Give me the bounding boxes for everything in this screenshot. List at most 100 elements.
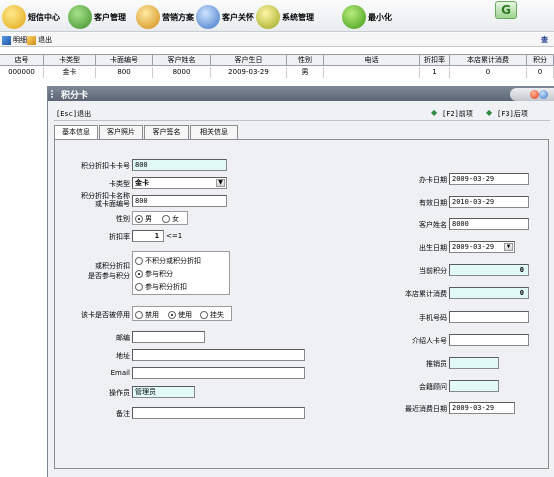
table-cell[interactable]: 金卡 xyxy=(44,67,96,78)
birthday-select[interactable]: 2009-03-29 ▼ xyxy=(449,241,515,253)
issue-date-field[interactable]: 2009-03-29 xyxy=(449,173,529,185)
gender-female-label: 女 xyxy=(172,215,179,223)
col-header-discount[interactable]: 折扣率 xyxy=(420,55,450,66)
remark-label: 备注 xyxy=(116,410,130,418)
tab-customer-photo[interactable]: 客户照片 xyxy=(99,125,143,139)
exit-button[interactable]: 退出 xyxy=(27,35,52,45)
col-header-birthday[interactable]: 客户生日 xyxy=(211,55,287,66)
customer-name-label: 客户姓名 xyxy=(419,221,447,229)
status-lost-radio[interactable]: 挂失 xyxy=(200,310,224,320)
chevron-down-icon[interactable]: ▼ xyxy=(216,179,225,187)
card-type-value: 金卡 xyxy=(135,179,149,187)
points-card-dialog: 积分卡 [Esc]退出 ◆ [F2]前项 ◆ [F3]后项 基本信息 客户照片 … xyxy=(47,86,554,477)
next-record-button[interactable]: [F3]后项 xyxy=(497,109,528,119)
status-lost-label: 挂失 xyxy=(210,311,224,319)
esc-exit-button[interactable]: [Esc]退出 xyxy=(56,109,91,119)
sms-center-button[interactable]: 短信中心 xyxy=(2,4,60,30)
card-no-field[interactable]: 800 xyxy=(132,159,227,171)
app-logo: G xyxy=(495,1,517,19)
tab-customer-signature[interactable]: 客户签名 xyxy=(144,125,189,139)
detail-button[interactable]: 明细 xyxy=(2,35,27,45)
address-field[interactable] xyxy=(132,349,305,361)
query-link[interactable]: 查 xyxy=(541,35,548,45)
main-toolbar: 短信中心 客户管理 营销方案 客户关怀 系统管理 最小化 G xyxy=(0,0,554,32)
operator-field[interactable]: 管理员 xyxy=(132,386,195,398)
handshake-icon xyxy=(196,5,220,29)
points-label-2: 是否参与积分 xyxy=(88,272,130,280)
col-header-customer-name[interactable]: 客户姓名 xyxy=(153,55,211,66)
remark-field[interactable] xyxy=(132,407,305,419)
zip-label: 邮编 xyxy=(116,334,130,342)
radio-dot xyxy=(200,311,208,319)
points-none-radio[interactable]: 不积分或积分折扣 xyxy=(135,256,201,266)
dialog-title-bar[interactable]: 积分卡 xyxy=(48,87,554,101)
table-cell[interactable]: 男 xyxy=(287,67,324,78)
customer-name-field[interactable]: 8000 xyxy=(449,218,529,230)
status-active-radio[interactable]: 使用 xyxy=(168,310,192,320)
system-icon xyxy=(256,5,280,29)
tab-related-info[interactable]: 相关信息 xyxy=(190,125,238,139)
status-disabled-radio[interactable]: 禁用 xyxy=(135,310,159,320)
marketing-plan-button[interactable]: 营销方案 xyxy=(136,4,194,30)
table-cell[interactable]: 0 xyxy=(527,67,554,78)
points-discount-radio[interactable]: 参与积分折扣 xyxy=(135,282,187,292)
table-cell[interactable]: 1 xyxy=(420,67,450,78)
gender-male-radio[interactable]: 男 xyxy=(135,214,152,224)
gender-label: 性别 xyxy=(116,215,130,223)
prev-record-button[interactable]: [F2]前项 xyxy=(442,109,473,119)
operator-label: 操作员 xyxy=(109,389,130,397)
gender-male-label: 男 xyxy=(145,215,152,223)
table-cell[interactable]: 8000 xyxy=(153,67,211,78)
minimize-button[interactable]: 最小化 xyxy=(342,4,392,30)
status-disabled-label: 禁用 xyxy=(145,311,159,319)
points-radio-group: 不积分或积分折扣 参与积分 参与积分折扣 xyxy=(132,251,230,295)
query-label: 查 xyxy=(541,36,548,44)
table-cell[interactable]: 0 xyxy=(450,67,527,78)
tab-basic-info[interactable]: 基本信息 xyxy=(54,125,98,140)
phone-field[interactable] xyxy=(449,311,529,323)
col-header-gender[interactable]: 性别 xyxy=(287,55,324,66)
col-header-store[interactable]: 店号 xyxy=(0,55,44,66)
table-cell[interactable]: 800 xyxy=(96,67,153,78)
customer-care-button[interactable]: 客户关怀 xyxy=(196,4,254,30)
address-label: 地址 xyxy=(116,352,130,360)
col-header-points[interactable]: 积分 xyxy=(527,55,554,66)
salesman-field[interactable] xyxy=(449,357,499,369)
table-cell[interactable] xyxy=(324,67,420,78)
exit-label: 退出 xyxy=(38,36,52,44)
card-face-field[interactable]: 800 xyxy=(132,195,227,207)
points-join-radio[interactable]: 参与积分 xyxy=(135,269,173,279)
chevron-down-icon[interactable]: ▼ xyxy=(504,243,513,251)
status-radio-group: 禁用 使用 挂失 xyxy=(132,306,232,321)
prev-arrow-icon: ◆ xyxy=(431,108,438,117)
money-bag-icon xyxy=(136,5,160,29)
system-management-button[interactable]: 系统管理 xyxy=(256,4,314,30)
consultant-field[interactable] xyxy=(449,380,499,392)
help-icon[interactable] xyxy=(539,90,548,99)
col-header-card-type[interactable]: 卡类型 xyxy=(44,55,96,66)
gender-female-radio[interactable]: 女 xyxy=(162,214,179,224)
last-spend-field[interactable]: 2009-03-29 xyxy=(449,402,515,414)
discount-field[interactable]: 1 xyxy=(132,230,164,242)
dialog-nav-row: [Esc]退出 ◆ [F2]前项 ◆ [F3]后项 xyxy=(54,107,554,119)
email-field[interactable] xyxy=(132,367,305,379)
customers-icon xyxy=(68,5,92,29)
radio-dot xyxy=(162,215,170,223)
radio-dot xyxy=(135,257,143,265)
customer-management-button[interactable]: 客户管理 xyxy=(68,4,126,30)
close-icon[interactable] xyxy=(530,90,539,99)
zip-field[interactable] xyxy=(132,331,205,343)
valid-date-field[interactable]: 2010-03-29 xyxy=(449,196,529,208)
sms-icon xyxy=(2,5,26,29)
col-header-total-spend[interactable]: 本店累计消费 xyxy=(450,55,527,66)
card-type-select[interactable]: 金卡 ▼ xyxy=(132,177,227,189)
col-header-card-face[interactable]: 卡面编号 xyxy=(96,55,153,66)
table-cell[interactable]: 000000 xyxy=(0,67,44,78)
detail-label: 明细 xyxy=(13,36,27,44)
referrer-field[interactable] xyxy=(449,334,529,346)
marketing-plan-label: 营销方案 xyxy=(162,12,194,22)
col-header-phone[interactable]: 电话 xyxy=(324,55,420,66)
card-type-label: 卡类型 xyxy=(109,180,130,188)
table-cell[interactable]: 2009-03-29 xyxy=(211,67,287,78)
radio-dot xyxy=(135,283,143,291)
